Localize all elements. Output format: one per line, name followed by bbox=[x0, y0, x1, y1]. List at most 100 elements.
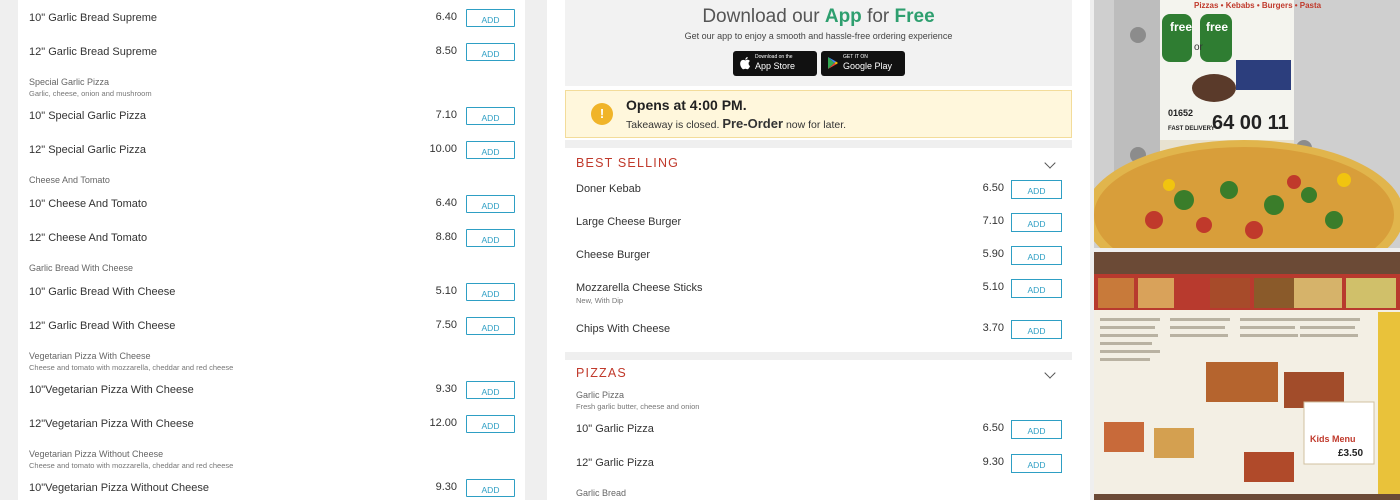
item-name: 12"Vegetarian Pizza With Cheese bbox=[29, 418, 194, 430]
menu-item-row: Large Cheese Burger 7.10 ADD bbox=[565, 213, 1072, 233]
menu-item-row: 12" Cheese And Tomato 8.80 ADD bbox=[18, 229, 525, 249]
menu-item-row: Doner Kebab 6.50 ADD bbox=[565, 180, 1072, 200]
menu-item-row: 10" Cheese And Tomato 6.40 ADD bbox=[18, 195, 525, 215]
flyer-free-text-1: free bbox=[1170, 20, 1193, 34]
restaurant-photo-menu-board[interactable]: Kids Menu £3.50 bbox=[1094, 252, 1400, 500]
group-label: Garlic Pizza bbox=[576, 390, 625, 400]
apple-icon bbox=[739, 56, 751, 70]
item-name: 12" Garlic Pizza bbox=[576, 457, 654, 469]
title-app: App bbox=[824, 6, 862, 27]
alert-icon: ! bbox=[591, 103, 613, 125]
add-button[interactable]: ADD bbox=[466, 9, 515, 27]
item-name: Cheese Burger bbox=[576, 249, 650, 261]
item-price: 7.10 bbox=[435, 109, 457, 121]
item-name: Mozzarella Cheese Sticks bbox=[576, 282, 703, 294]
group-label: Vegetarian Pizza With Cheese bbox=[29, 351, 151, 361]
add-button[interactable]: ADD bbox=[1011, 454, 1062, 473]
group-label: Special Garlic Pizza bbox=[29, 77, 110, 87]
group-description: Garlic, cheese, onion and mushroom bbox=[29, 89, 152, 98]
item-price: 7.50 bbox=[435, 319, 457, 331]
item-price: 6.50 bbox=[982, 422, 1004, 434]
group-label: Vegetarian Pizza Without Cheese bbox=[29, 449, 164, 459]
menu-item-row: 10" Special Garlic Pizza 7.10 ADD bbox=[18, 107, 525, 127]
item-name: 10"Vegetarian Pizza With Cheese bbox=[29, 384, 194, 396]
opening-hours-notice: ! Opens at 4:00 PM. Takeaway is closed. … bbox=[565, 90, 1072, 138]
add-button[interactable]: ADD bbox=[466, 381, 515, 399]
menu-item-row: Chips With Cheese 3.70 ADD bbox=[565, 320, 1072, 340]
preorder-link[interactable]: Pre-Order bbox=[722, 116, 783, 131]
add-button[interactable]: ADD bbox=[1011, 213, 1062, 232]
item-price: 12.00 bbox=[429, 417, 457, 429]
kids-menu-text: Kids Menu bbox=[1310, 434, 1356, 444]
item-price: 6.50 bbox=[982, 182, 1004, 194]
item-name: 12" Garlic Bread Supreme bbox=[29, 46, 158, 58]
group-description: Cheese and tomato with mozzarella, chedd… bbox=[29, 363, 234, 372]
add-button[interactable]: ADD bbox=[1011, 420, 1062, 439]
item-price: 5.10 bbox=[435, 285, 457, 297]
item-price: 5.10 bbox=[982, 281, 1004, 293]
main-content: Download our App for Free Get our app to… bbox=[547, 0, 1090, 500]
item-name: 10" Garlic Bread Supreme bbox=[29, 12, 158, 24]
category-heading-pizzas[interactable]: PIZZAS bbox=[576, 366, 627, 380]
add-button[interactable]: ADD bbox=[1011, 320, 1062, 339]
item-price: 9.30 bbox=[982, 456, 1004, 468]
menu-item-row: 12" Garlic Bread Supreme 8.50 ADD bbox=[18, 43, 525, 63]
add-button[interactable]: ADD bbox=[466, 195, 515, 213]
menu-item-row: Mozzarella Cheese Sticks New, With Dip 5… bbox=[565, 279, 1072, 309]
item-name: Doner Kebab bbox=[576, 183, 641, 195]
item-name: 12" Garlic Bread With Cheese bbox=[29, 320, 176, 332]
item-name: Large Cheese Burger bbox=[576, 216, 682, 228]
app-banner-subtitle: Get our app to enjoy a smooth and hassle… bbox=[684, 31, 953, 41]
item-name: 12" Cheese And Tomato bbox=[29, 232, 148, 244]
flyer-delivery-text: FAST DELIVERY bbox=[1168, 126, 1215, 132]
add-button[interactable]: ADD bbox=[466, 43, 515, 61]
group-label: Garlic Bread bbox=[576, 488, 627, 498]
group-label: Cheese And Tomato bbox=[29, 175, 110, 185]
item-name: 12" Special Garlic Pizza bbox=[29, 144, 147, 156]
app-store-button[interactable]: Download on the App Store bbox=[733, 51, 817, 76]
item-name: 10" Garlic Bread With Cheese bbox=[29, 286, 176, 298]
add-button[interactable]: ADD bbox=[466, 229, 515, 247]
add-button[interactable]: ADD bbox=[466, 479, 515, 497]
notice-text-prefix: Takeaway is closed. bbox=[626, 119, 720, 131]
item-name: 10" Garlic Pizza bbox=[576, 423, 654, 435]
kids-menu-price: £3.50 bbox=[1338, 448, 1364, 459]
notice-text: Takeaway is closed. Pre-Order now for la… bbox=[626, 116, 846, 131]
group-description: Cheese and tomato with mozzarella, chedd… bbox=[29, 461, 234, 470]
item-name: Chips With Cheese bbox=[576, 323, 671, 335]
chevron-down-icon[interactable] bbox=[1044, 157, 1056, 169]
add-button[interactable]: ADD bbox=[1011, 246, 1062, 265]
app-banner-title: Download our App for Free bbox=[565, 6, 1072, 28]
google-play-button[interactable]: GET IT ON Google Play bbox=[821, 51, 905, 76]
group-label: Garlic Bread With Cheese bbox=[29, 263, 134, 273]
title-prefix: Download our bbox=[702, 6, 820, 27]
add-button[interactable]: ADD bbox=[1011, 180, 1062, 199]
add-button[interactable]: ADD bbox=[466, 283, 515, 301]
add-button[interactable]: ADD bbox=[466, 415, 515, 433]
add-button[interactable]: ADD bbox=[466, 107, 515, 125]
app-download-banner: Download our App for Free Get our app to… bbox=[565, 0, 1072, 86]
flyer-or-text: or bbox=[1194, 42, 1203, 53]
chevron-down-icon[interactable] bbox=[1044, 367, 1056, 379]
add-button[interactable]: ADD bbox=[466, 141, 515, 159]
add-button[interactable]: ADD bbox=[466, 317, 515, 335]
item-name: 10" Cheese And Tomato bbox=[29, 198, 148, 210]
category-heading-best-selling[interactable]: BEST SELLING bbox=[576, 156, 679, 170]
item-description: New, With Dip bbox=[576, 296, 624, 305]
item-price: 6.40 bbox=[435, 197, 457, 209]
item-price: 10.00 bbox=[429, 143, 457, 155]
item-price: 9.30 bbox=[435, 481, 457, 493]
item-price: 9.30 bbox=[435, 383, 457, 395]
menu-item-row: 10"Vegetarian Pizza Without Cheese 9.30 … bbox=[18, 479, 525, 499]
title-mid: for bbox=[867, 6, 890, 27]
flyer-area-code: 01652 bbox=[1168, 108, 1194, 118]
restaurant-photo-flyer[interactable]: Pizzas • Kebabs • Burgers • Pasta free o… bbox=[1094, 0, 1400, 248]
item-price: 5.90 bbox=[982, 248, 1004, 260]
title-free: Free bbox=[894, 6, 935, 27]
add-button[interactable]: ADD bbox=[1011, 279, 1062, 298]
menu-item-row: 10"Vegetarian Pizza With Cheese 9.30 ADD bbox=[18, 381, 525, 401]
item-price: 6.40 bbox=[435, 11, 457, 23]
menu-item-row: Cheese Burger 5.90 ADD bbox=[565, 246, 1072, 266]
menu-item-row: 12" Garlic Bread With Cheese 7.50 ADD bbox=[18, 317, 525, 337]
notice-text-suffix: now for later. bbox=[785, 119, 847, 131]
